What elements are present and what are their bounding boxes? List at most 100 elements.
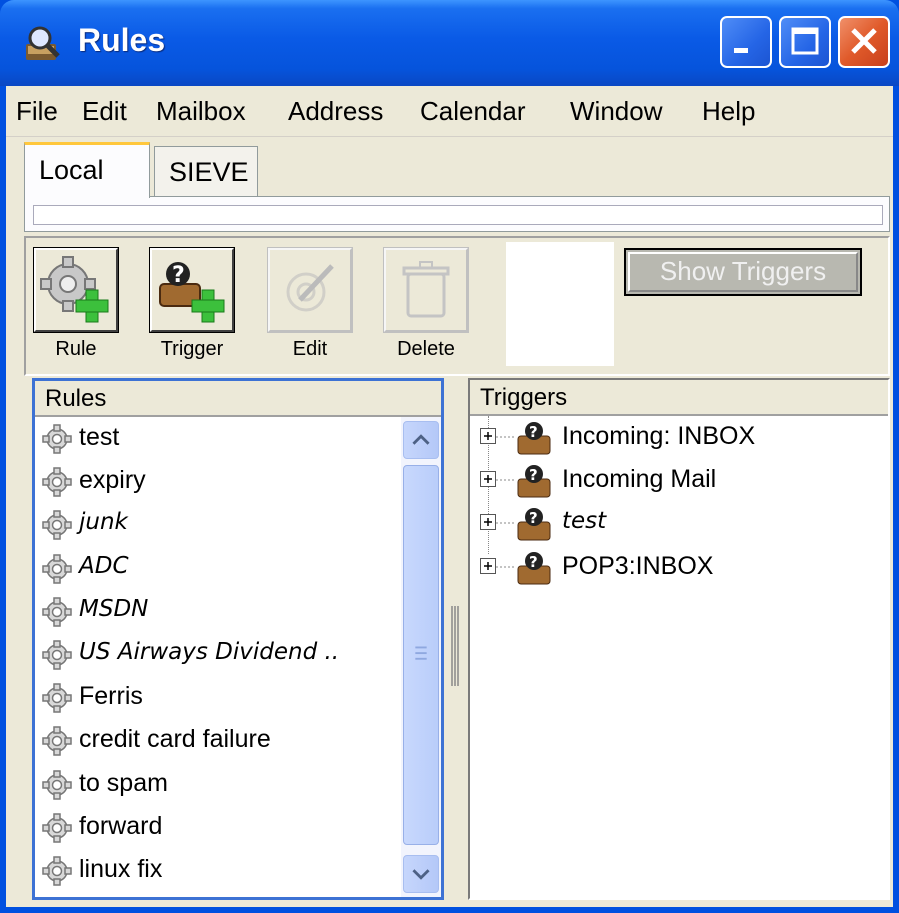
- tab-panel: [24, 196, 890, 232]
- menu-window[interactable]: Window: [566, 94, 666, 129]
- rule-list-item[interactable]: forward: [35, 806, 399, 848]
- tab-local[interactable]: Local: [24, 142, 150, 198]
- trigger-name: Incoming Mail: [562, 465, 717, 494]
- edit-label: Edit: [292, 338, 328, 360]
- gear-icon: [42, 856, 72, 886]
- toolbar-blank-area: [506, 242, 614, 366]
- gear-icon: [42, 510, 72, 541]
- menu-address[interactable]: Address: [284, 94, 387, 129]
- rule-list-item[interactable]: credit card failure: [35, 719, 399, 761]
- delete-icon-box: [383, 247, 469, 333]
- new-trigger-icon-box: ?: [149, 247, 235, 333]
- rule-list-item[interactable]: MSDN: [35, 590, 399, 632]
- edit-button[interactable]: Edit: [266, 247, 354, 361]
- maximize-icon: [791, 27, 819, 55]
- rule-list-item[interactable]: ADC: [35, 547, 399, 589]
- trigger-tree-item[interactable]: ? Incoming Mail: [470, 459, 888, 501]
- rule-name: US Airways Dividend ..: [79, 639, 340, 665]
- edit-icon-box: [267, 247, 353, 333]
- tree-branch-line: [496, 566, 514, 568]
- chevron-down-icon: [412, 869, 430, 880]
- splitter-grip[interactable]: [450, 606, 460, 686]
- rule-list-item[interactable]: expiry: [35, 460, 399, 502]
- scroll-thumb[interactable]: [403, 465, 439, 845]
- rule-name: expiry: [79, 466, 146, 495]
- scroll-up-button[interactable]: [403, 421, 439, 459]
- rules-window: Rules File Edit Mailbox Address Calendar…: [0, 0, 899, 913]
- tree-branch-line: [496, 479, 514, 481]
- rule-list-item[interactable]: junk: [35, 503, 399, 545]
- trigger-name: POP3:INBOX: [562, 551, 714, 580]
- minimize-button[interactable]: [720, 16, 772, 68]
- rule-name: junk: [79, 509, 128, 536]
- app-icon: [26, 26, 60, 60]
- rule-name: forward: [79, 811, 163, 840]
- plus-box-icon[interactable]: [480, 471, 496, 488]
- trigger-person-icon: ?: [517, 508, 551, 541]
- menu-mailbox[interactable]: Mailbox: [152, 94, 250, 129]
- trash-icon: [402, 261, 450, 318]
- tab-sieve[interactable]: SIEVE: [154, 146, 258, 196]
- tree-branch-line: [496, 522, 514, 524]
- tab-strip: Local SIEVE: [24, 142, 890, 232]
- plus-box-icon[interactable]: [480, 514, 496, 531]
- tab-panel-inset: [33, 205, 883, 225]
- title-bar[interactable]: Rules: [0, 0, 899, 86]
- svg-text:?: ?: [529, 423, 538, 441]
- trigger-tree-item[interactable]: ? Incoming: INBOX: [470, 416, 888, 458]
- trigger-person-icon: ?: [517, 422, 551, 455]
- menu-edit[interactable]: Edit: [78, 94, 131, 129]
- triggers-pane[interactable]: Triggers ? Incoming: INBOX? Incoming Mail?…: [468, 378, 890, 900]
- show-triggers-button[interactable]: Show Triggers: [624, 248, 862, 296]
- svg-text:?: ?: [172, 263, 185, 288]
- svg-text:?: ?: [529, 509, 538, 527]
- new-trigger-icon: ?: [159, 262, 225, 323]
- menu-bar: File Edit Mailbox Address Calendar Windo…: [6, 86, 893, 137]
- new-rule-icon-box: [33, 247, 119, 333]
- gear-icon: [42, 683, 72, 713]
- delete-button[interactable]: Delete: [382, 247, 470, 361]
- chevron-up-icon: [412, 434, 430, 445]
- new-rule-label: Rule: [55, 338, 97, 360]
- scroll-down-button[interactable]: [403, 855, 439, 893]
- gear-icon: [42, 597, 72, 627]
- window-body: File Edit Mailbox Address Calendar Windo…: [6, 86, 893, 907]
- rule-list-item[interactable]: US Airways Dividend ..: [35, 633, 399, 675]
- rule-name: ADC: [79, 552, 129, 579]
- menu-file[interactable]: File: [12, 94, 62, 129]
- rule-list-item[interactable]: test: [35, 417, 399, 459]
- menu-calendar[interactable]: Calendar: [416, 94, 530, 129]
- new-rule-button[interactable]: Rule: [32, 247, 120, 361]
- new-trigger-label: Trigger: [160, 338, 224, 360]
- window-title: Rules: [78, 22, 166, 58]
- rules-pane[interactable]: Rules test expiry junk ADC MSDN US Airways Di…: [32, 378, 444, 900]
- grip-lines-icon: [415, 646, 427, 660]
- minimize-icon: [734, 48, 748, 53]
- close-button[interactable]: [838, 16, 890, 68]
- rule-list-item[interactable]: Ferris: [35, 676, 399, 718]
- rule-name: credit card failure: [79, 725, 271, 754]
- gear-icon: [42, 553, 72, 584]
- maximize-button[interactable]: [779, 16, 831, 68]
- triggers-tree: ? Incoming: INBOX? Incoming Mail ? test? POP3…: [470, 416, 888, 896]
- svg-text:?: ?: [529, 466, 538, 484]
- rule-list-item[interactable]: linux fix: [35, 849, 399, 891]
- rule-name: linux fix: [79, 855, 163, 883]
- trigger-tree-item[interactable]: ? test: [470, 502, 888, 544]
- gear-icon: [42, 769, 72, 800]
- rule-list-item[interactable]: to spam: [35, 763, 399, 805]
- new-trigger-button[interactable]: ? Trigger: [148, 247, 236, 361]
- rules-list: test expiry junk ADC MSDN US Airways Dividend…: [35, 417, 399, 897]
- rules-scrollbar[interactable]: [401, 417, 441, 897]
- delete-label: Delete: [397, 338, 455, 360]
- rules-header[interactable]: Rules: [35, 381, 441, 417]
- plus-box-icon[interactable]: [480, 557, 496, 574]
- gear-icon: [42, 424, 72, 454]
- trigger-tree-item[interactable]: ? POP3:INBOX: [470, 546, 888, 588]
- svg-text:?: ?: [529, 553, 538, 571]
- gear-icon: [42, 640, 72, 670]
- plus-box-icon[interactable]: [480, 428, 496, 444]
- menu-help[interactable]: Help: [698, 94, 759, 129]
- trigger-name: Incoming: INBOX: [562, 422, 756, 450]
- triggers-header[interactable]: Triggers: [470, 380, 888, 416]
